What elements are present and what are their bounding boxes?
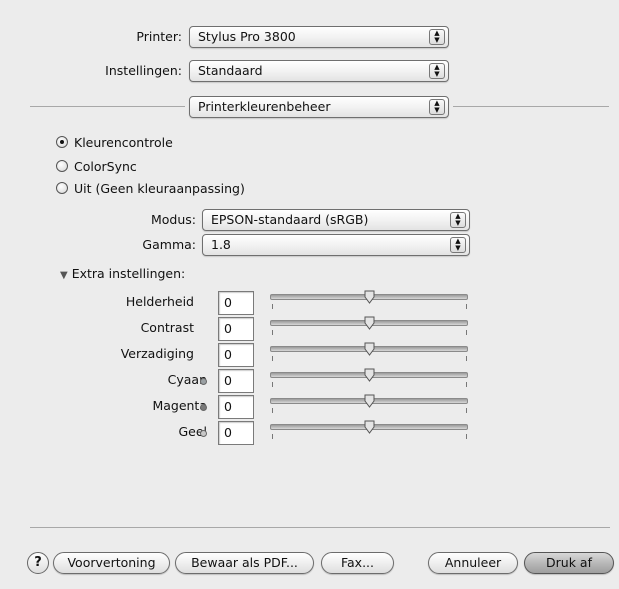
slider-thumb[interactable] xyxy=(364,420,375,434)
slider-label: Verzadiging xyxy=(120,346,194,361)
disclosure-triangle-icon[interactable]: ▼ xyxy=(60,270,68,281)
slider-label: Magenta xyxy=(152,398,207,413)
slider-value-field[interactable]: 0 xyxy=(218,395,254,419)
gamma-popup[interactable]: 1.8 ▲ ▼ xyxy=(202,234,470,256)
slider-label: Contrast xyxy=(140,320,194,335)
mode-value: EPSON-standaard (sRGB) xyxy=(211,212,369,227)
radio-kleurencontrole[interactable]: Kleurencontrole xyxy=(56,133,173,151)
radio-button[interactable] xyxy=(56,136,68,148)
slider-label: Cyaan xyxy=(167,372,207,387)
popup-arrows-icon: ▲ ▼ xyxy=(450,212,466,228)
slider-tick xyxy=(272,356,273,361)
radio-button[interactable] xyxy=(56,160,68,172)
color-dot-icon xyxy=(200,378,207,385)
slider-tick xyxy=(272,330,273,335)
printer-popup[interactable]: Stylus Pro 3800 ▲ ▼ xyxy=(189,26,449,48)
slider-tick xyxy=(466,304,467,309)
radio-label: Uit (Geen kleuraanpassing) xyxy=(74,180,245,196)
slider-thumb[interactable] xyxy=(364,368,375,382)
slider-tick xyxy=(466,382,467,387)
panel-popup[interactable]: Printerkleurenbeheer ▲ ▼ xyxy=(189,96,449,118)
presets-value: Standaard xyxy=(198,63,263,78)
slider-tick xyxy=(272,434,273,439)
cancel-button[interactable]: Annuleer xyxy=(428,552,518,574)
footer-separator xyxy=(30,527,610,528)
slider-tick xyxy=(272,382,273,387)
slider-thumb[interactable] xyxy=(364,290,375,304)
slider-tick xyxy=(466,356,467,361)
slider-tick xyxy=(466,408,467,413)
printer-value: Stylus Pro 3800 xyxy=(198,29,296,44)
radio-uit[interactable]: Uit (Geen kleuraanpassing) xyxy=(56,179,245,197)
slider-tick xyxy=(466,330,467,335)
radio-label: Kleurencontrole xyxy=(74,134,173,150)
extra-settings-disclosure[interactable]: ▼ Extra instellingen: xyxy=(60,266,185,281)
radio-button[interactable] xyxy=(56,182,68,194)
gamma-value: 1.8 xyxy=(211,237,231,252)
panel-value: Printerkleurenbeheer xyxy=(198,99,331,114)
preview-button[interactable]: Voorvertoning xyxy=(53,552,170,574)
color-dot-icon xyxy=(200,430,207,437)
slider-thumb[interactable] xyxy=(364,342,375,356)
popup-arrows-icon: ▲ ▼ xyxy=(429,99,445,115)
slider-value-field[interactable]: 0 xyxy=(218,291,254,315)
gamma-label: Gamma: xyxy=(142,237,196,252)
printer-label: Printer: xyxy=(136,29,182,44)
slider-value-field[interactable]: 0 xyxy=(218,421,254,445)
mode-label: Modus: xyxy=(150,212,196,227)
slider-value-field[interactable]: 0 xyxy=(218,343,254,367)
slider-tick xyxy=(466,434,467,439)
slider-value-field[interactable]: 0 xyxy=(218,369,254,393)
mode-popup[interactable]: EPSON-standaard (sRGB) ▲ ▼ xyxy=(202,209,470,231)
slider-label: Geel xyxy=(178,424,207,439)
radio-label: ColorSync xyxy=(74,158,137,174)
slider-thumb[interactable] xyxy=(364,394,375,408)
separator-left xyxy=(30,106,185,107)
presets-label: Instellingen: xyxy=(105,63,182,78)
save-pdf-button[interactable]: Bewaar als PDF... xyxy=(175,552,314,574)
print-button[interactable]: Druk af xyxy=(524,552,614,574)
fax-button[interactable]: Fax... xyxy=(321,552,394,574)
popup-arrows-icon: ▲ ▼ xyxy=(450,237,466,253)
separator-right xyxy=(453,106,609,107)
radio-colorsync[interactable]: ColorSync xyxy=(56,157,137,175)
slider-label: Helderheid xyxy=(125,294,194,309)
slider-thumb[interactable] xyxy=(364,316,375,330)
slider-tick xyxy=(272,408,273,413)
slider-value-field[interactable]: 0 xyxy=(218,317,254,341)
presets-popup[interactable]: Standaard ▲ ▼ xyxy=(189,60,449,82)
slider-tick xyxy=(272,304,273,309)
popup-arrows-icon: ▲ ▼ xyxy=(429,29,445,45)
extra-settings-label: Extra instellingen: xyxy=(71,266,186,281)
popup-arrows-icon: ▲ ▼ xyxy=(429,63,445,79)
color-dot-icon xyxy=(200,404,207,411)
help-button[interactable]: ? xyxy=(27,552,49,574)
